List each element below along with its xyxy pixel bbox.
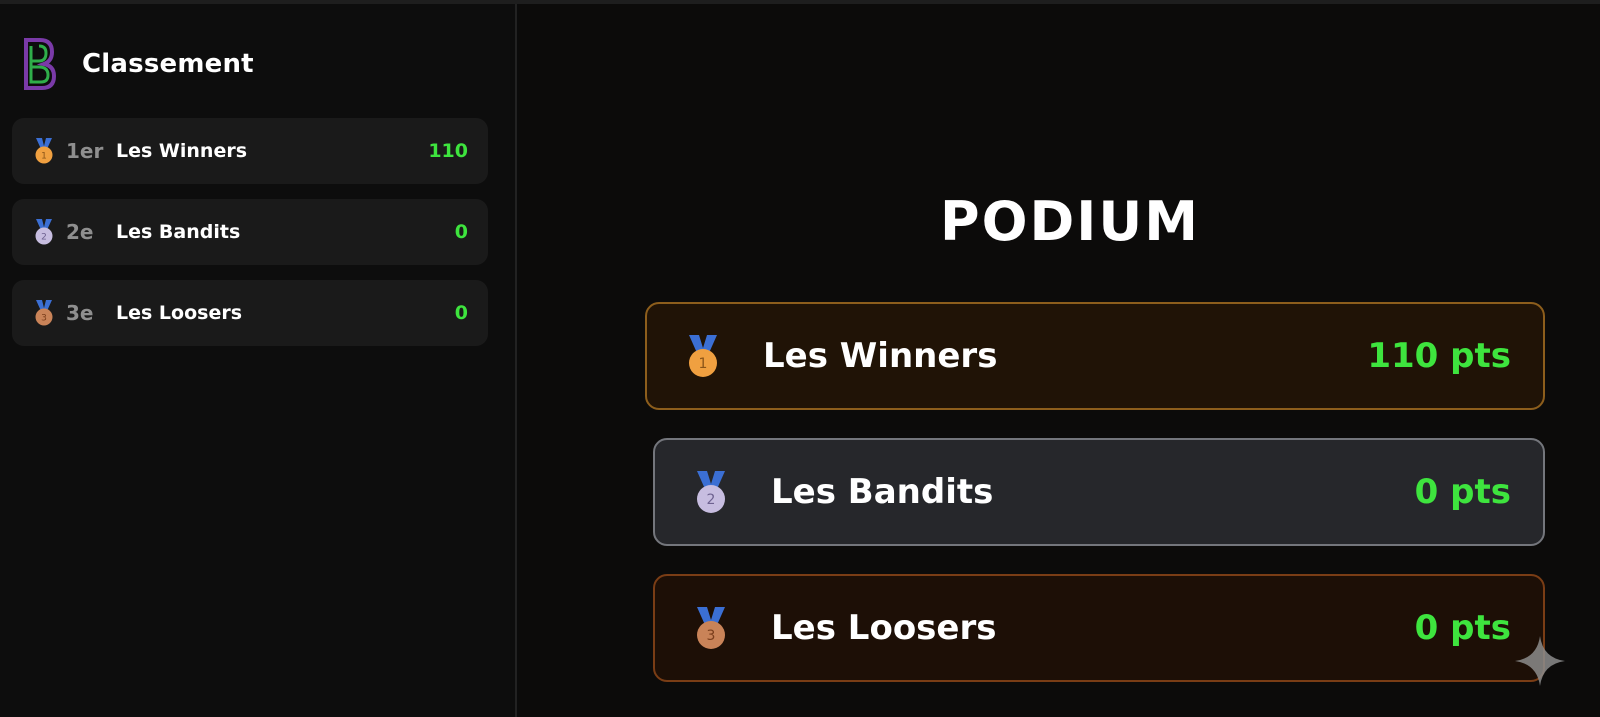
silver-medal-icon: 2	[35, 219, 53, 245]
podium-title: PODIUM	[940, 190, 1200, 253]
bronze-medal-icon: 3	[35, 300, 53, 326]
svg-text:3: 3	[707, 628, 716, 644]
list-item[interactable]: 3 3e Les Loosers 0	[12, 280, 488, 346]
svg-text:1: 1	[699, 356, 708, 372]
list-item[interactable]: 2 2e Les Bandits 0	[12, 199, 488, 265]
bronze-medal-icon: 3	[697, 607, 725, 649]
ranking-list: 1 1er Les Winners 110 2 2e Les Bandits 0…	[12, 118, 488, 361]
list-item[interactable]: 1 1er Les Winners 110	[12, 118, 488, 184]
podium-team-name: Les Bandits	[771, 472, 994, 512]
rank-position: 3e	[66, 301, 94, 325]
team-name: Les Winners	[116, 140, 248, 162]
podium-team-score: 0 pts	[1414, 472, 1511, 512]
podium-team-name: Les Winners	[763, 336, 998, 376]
team-name: Les Loosers	[116, 302, 243, 324]
svg-text:2: 2	[707, 492, 716, 508]
silver-medal-icon: 2	[697, 471, 725, 513]
brand-logo-icon	[24, 38, 57, 90]
podium-panel: PODIUM 1 Les Winners 110 pts 2 Les Bandi…	[519, 4, 1600, 717]
podium-team-score: 110 pts	[1367, 336, 1511, 376]
podium-card-first: 1 Les Winners 110 pts	[645, 302, 1545, 410]
team-score: 0	[454, 221, 468, 243]
rank-position: 2e	[66, 220, 94, 244]
team-score: 110	[428, 140, 468, 162]
svg-text:3: 3	[41, 314, 47, 324]
podium-card-third: 3 Les Loosers 0 pts	[653, 574, 1545, 682]
podium-card-second: 2 Les Bandits 0 pts	[653, 438, 1545, 546]
sidebar: Classement 1 1er Les Winners 110 2 2e Le…	[0, 4, 517, 717]
team-score: 0	[454, 302, 468, 324]
podium-team-name: Les Loosers	[771, 608, 997, 648]
gold-medal-icon: 1	[35, 138, 53, 164]
rank-position: 1er	[66, 139, 104, 163]
team-name: Les Bandits	[116, 221, 241, 243]
svg-text:2: 2	[41, 233, 47, 243]
podium-team-score: 0 pts	[1414, 608, 1511, 648]
sparkle-icon	[1515, 636, 1565, 686]
brand-header: Classement	[20, 34, 254, 94]
sidebar-title: Classement	[82, 49, 254, 79]
gold-medal-icon: 1	[689, 335, 717, 377]
svg-text:1: 1	[41, 152, 47, 162]
